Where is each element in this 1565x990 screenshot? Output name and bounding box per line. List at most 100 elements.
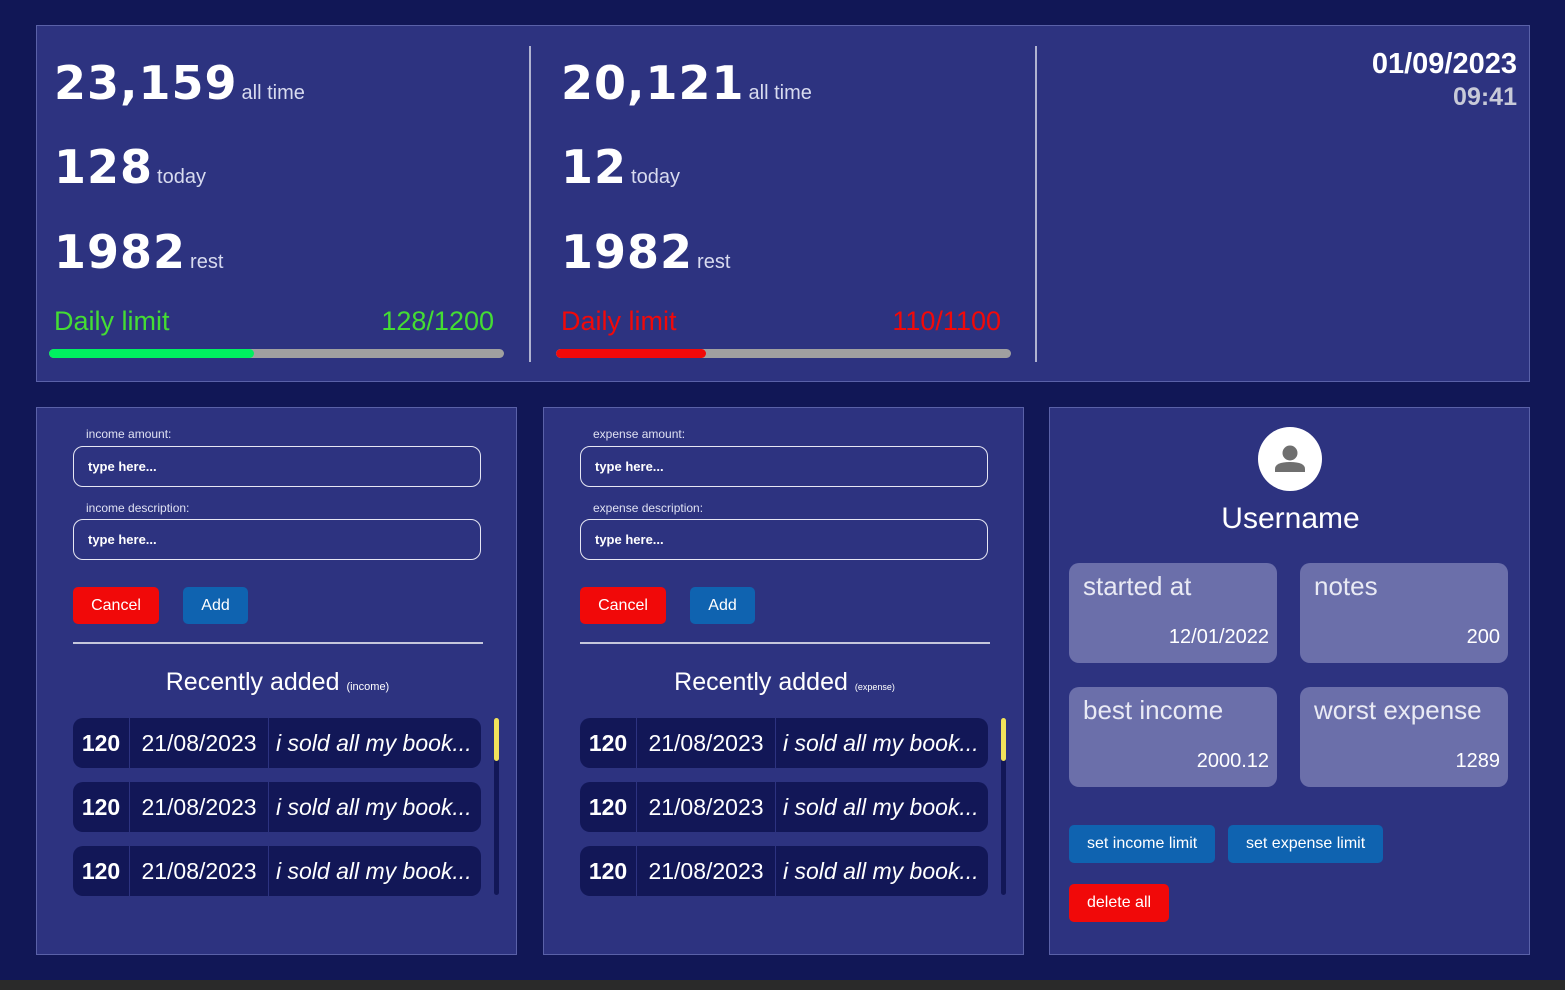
item-description: i sold all my book... (276, 793, 472, 820)
income-today-label: today (157, 166, 206, 188)
income-description-label: income description: (86, 501, 190, 515)
income-list-item[interactable]: 120 21/08/2023 i sold all my book... (73, 782, 481, 832)
income-all-time-value: 23,159 (54, 56, 238, 110)
expense-today-label: today (631, 166, 680, 188)
datetime: 01/09/2023 09:41 (1372, 48, 1517, 112)
expense-today: 12 today (561, 140, 680, 194)
delete-all-button[interactable]: delete all (1069, 884, 1170, 922)
item-date: 21/08/2023 (637, 782, 776, 832)
item-amount: 120 (580, 846, 637, 896)
income-rest-value: 1982 (54, 225, 187, 279)
divider (1035, 46, 1037, 362)
expense-list-item[interactable]: 120 21/08/2023 i sold all my book... (580, 846, 988, 896)
expense-rest-value: 1982 (561, 225, 694, 279)
item-date: 21/08/2023 (637, 718, 776, 768)
expense-amount-label: expense amount: (593, 427, 686, 441)
expense-rest: 1982 rest (561, 225, 730, 279)
item-description: i sold all my book... (276, 857, 472, 884)
income-limit-row: Daily limit 128/1200 (54, 306, 494, 337)
avatar[interactable] (1258, 427, 1322, 491)
income-list-item[interactable]: 120 21/08/2023 i sold all my book... (73, 846, 481, 896)
income-limit-value: 128/1200 (381, 306, 494, 336)
income-limit-label: Daily limit (54, 306, 170, 336)
expense-form-panel: expense amount: expense description: Can… (543, 407, 1024, 955)
expense-amount-input[interactable] (580, 446, 988, 487)
item-amount: 120 (73, 718, 130, 768)
expense-progress-bar (556, 349, 1011, 358)
expense-description-label: expense description: (593, 501, 704, 515)
expense-stats: 20,121 all time 12 today 1982 rest Daily li… (544, 26, 1037, 383)
expense-scrollbar[interactable] (1001, 718, 1006, 895)
item-description: i sold all my book... (783, 793, 979, 820)
expense-limit-label: Daily limit (561, 306, 677, 336)
income-description-input[interactable] (73, 519, 481, 560)
expense-all-time: 20,121 all time (561, 56, 812, 110)
started-at-card: started at 12/01/2022 (1069, 563, 1277, 663)
income-progress-fill (49, 349, 254, 358)
income-recent-title: Recently added (income) (37, 668, 518, 697)
item-amount: 120 (73, 846, 130, 896)
income-stats: 23,159 all time 128 today 1982 rest Daily l… (37, 26, 530, 383)
income-list-item[interactable]: 120 21/08/2023 i sold all my book... (73, 718, 481, 768)
expense-progress-fill (556, 349, 707, 358)
income-form-panel: income amount: income description: Cance… (36, 407, 517, 955)
profile-panel: Username started at 12/01/2022 notes 200… (1049, 407, 1530, 955)
item-date: 21/08/2023 (130, 782, 269, 832)
username: Username (1221, 502, 1360, 535)
income-cancel-button[interactable]: Cancel (73, 587, 159, 624)
expense-description-input[interactable] (580, 519, 988, 560)
item-date: 21/08/2023 (130, 846, 269, 896)
card-value: 200 (1466, 626, 1500, 648)
income-all-time: 23,159 all time (54, 56, 305, 110)
divider (73, 642, 483, 644)
card-title: notes (1314, 571, 1378, 601)
card-title: best income (1083, 695, 1224, 725)
expense-limit-row: Daily limit 110/1100 (561, 306, 1001, 337)
expense-limit-value: 110/1100 (892, 306, 1001, 336)
card-value: 1289 (1455, 750, 1501, 772)
income-today-value: 128 (54, 140, 154, 194)
notes-card: notes 200 (1300, 563, 1508, 663)
set-income-limit-button[interactable]: set income limit (1069, 825, 1216, 863)
current-time: 09:41 (1453, 83, 1517, 111)
user-icon (1275, 445, 1305, 472)
card-title: started at (1083, 571, 1192, 601)
expense-rest-label: rest (697, 251, 731, 273)
item-date: 21/08/2023 (637, 846, 776, 896)
divider (529, 46, 531, 362)
set-expense-limit-button[interactable]: set expense limit (1228, 825, 1384, 863)
divider (580, 642, 990, 644)
item-description: i sold all my book... (783, 857, 979, 884)
stats-panel: 23,159 all time 128 today 1982 rest Daily l… (36, 25, 1530, 382)
income-amount-input[interactable] (73, 446, 481, 487)
income-amount-label: income amount: (86, 427, 172, 441)
income-progress-bar (49, 349, 504, 358)
bottom-strip (0, 980, 1565, 990)
item-amount: 120 (580, 782, 637, 832)
expense-recent-sub: (expense) (854, 682, 895, 692)
item-description: i sold all my book... (783, 729, 979, 756)
card-value: 2000.12 (1196, 750, 1269, 772)
income-rest-label: rest (190, 251, 224, 273)
income-today: 128 today (54, 140, 206, 194)
expense-add-button[interactable]: Add (690, 587, 755, 624)
item-description: i sold all my book... (276, 729, 472, 756)
expense-list-item[interactable]: 120 21/08/2023 i sold all my book... (580, 718, 988, 768)
expense-cancel-button[interactable]: Cancel (580, 587, 666, 624)
expense-all-time-value: 20,121 (561, 56, 745, 110)
income-scrollbar[interactable] (494, 718, 499, 895)
expense-recent-title-text: Recently added (674, 668, 848, 696)
income-add-button[interactable]: Add (183, 587, 248, 624)
worst-expense-card: worst expense 1289 (1300, 687, 1508, 787)
income-recent-title-text: Recently added (165, 668, 340, 696)
expense-recent-title: Recently added (expense) (544, 668, 1025, 697)
item-date: 21/08/2023 (130, 718, 269, 768)
current-date: 01/09/2023 (1371, 48, 1517, 80)
item-amount: 120 (580, 718, 637, 768)
expense-list-item[interactable]: 120 21/08/2023 i sold all my book... (580, 782, 988, 832)
income-scrollbar-thumb[interactable] (494, 718, 499, 761)
income-rest: 1982 rest (54, 225, 223, 279)
expense-today-value: 12 (561, 140, 628, 194)
expense-scrollbar-thumb[interactable] (1001, 718, 1006, 761)
best-income-card: best income 2000.12 (1069, 687, 1277, 787)
